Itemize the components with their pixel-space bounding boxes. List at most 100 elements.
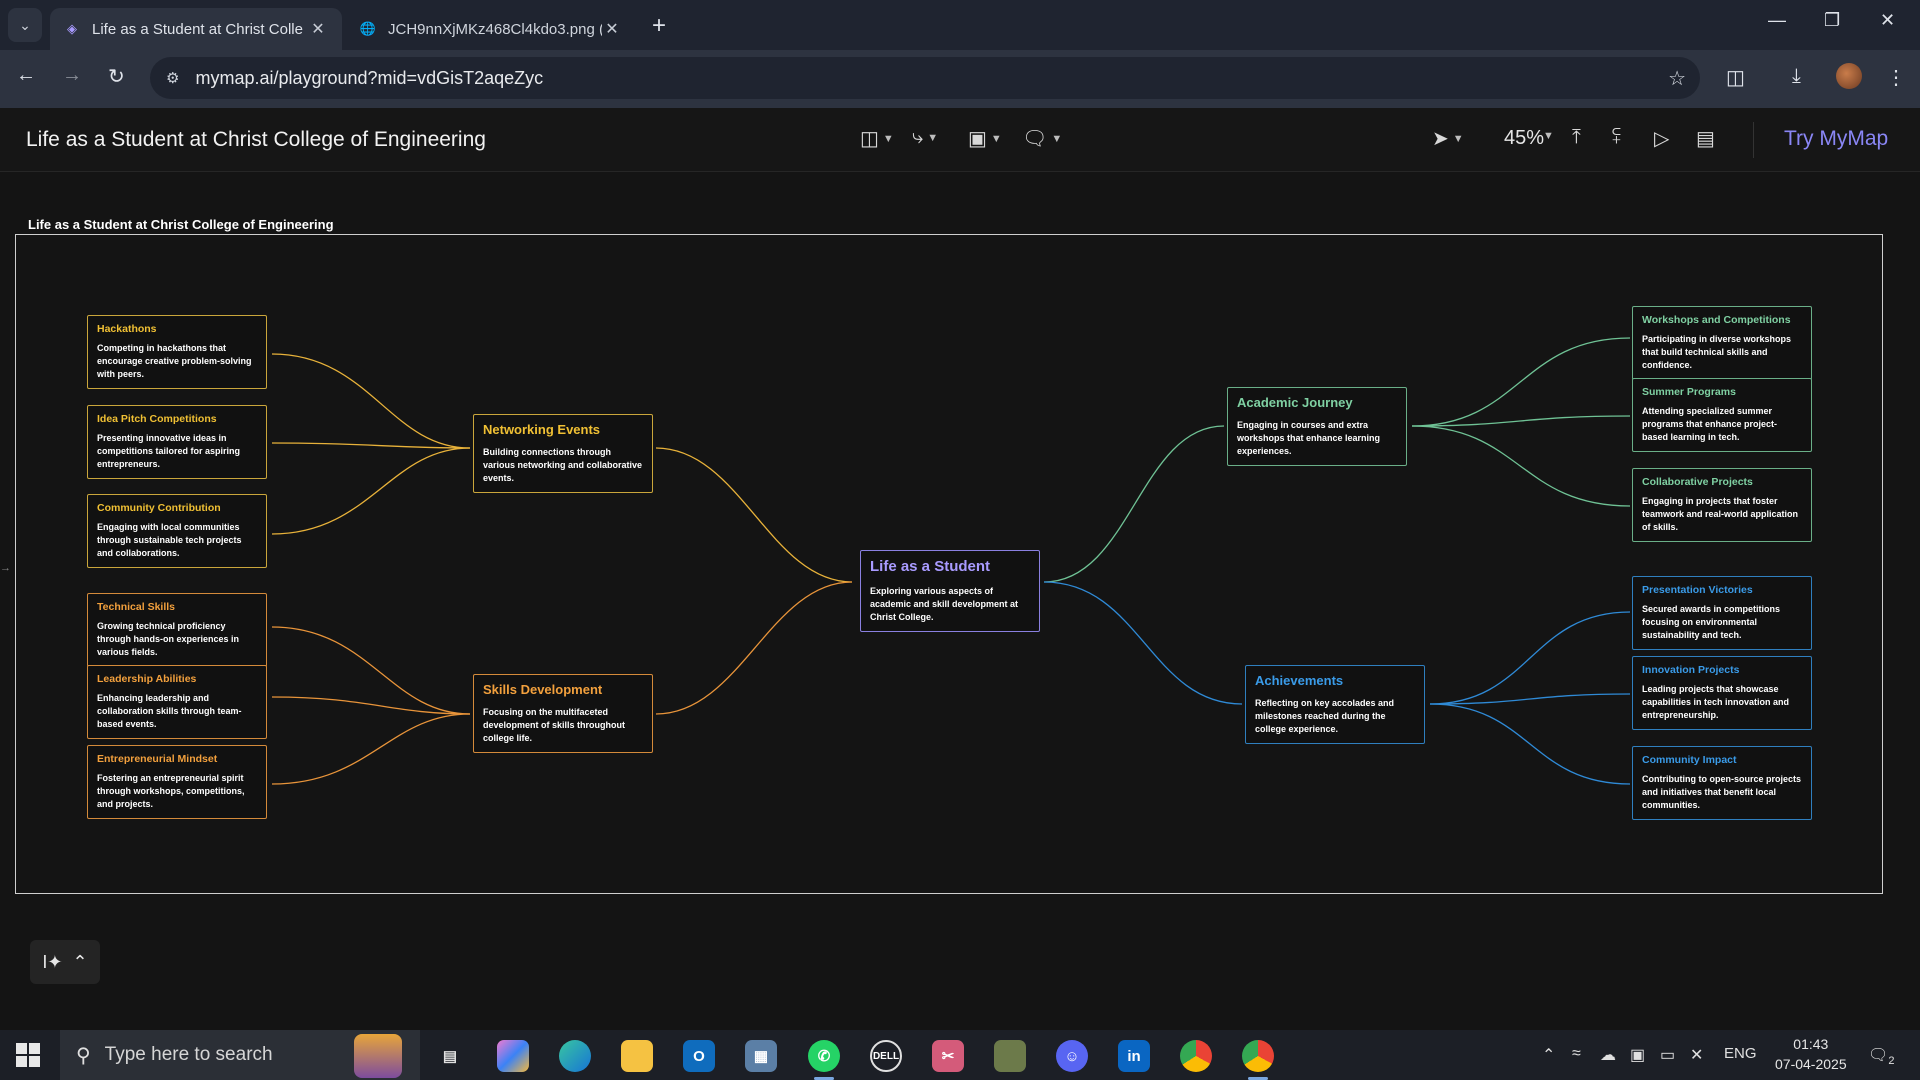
taskbar-search[interactable]: ⚲ Type here to search bbox=[60, 1030, 420, 1080]
chrome-icon[interactable] bbox=[1180, 1040, 1212, 1072]
leaf-node-collaborative[interactable]: Collaborative Projects Engaging in proje… bbox=[1632, 468, 1812, 543]
connector-icon: ⤷ bbox=[912, 126, 924, 148]
node-description: Participating in diverse workshops that … bbox=[1642, 334, 1792, 371]
cursor-icon: ➤ bbox=[1432, 128, 1449, 150]
chevron-up-icon[interactable]: ⌃ bbox=[1542, 1045, 1555, 1065]
notification-count: 2 bbox=[1888, 1055, 1895, 1068]
whatsapp-icon[interactable]: ✆ bbox=[808, 1040, 840, 1080]
present-icon[interactable]: ▷ bbox=[1654, 126, 1669, 151]
leaf-node-technical-skills[interactable]: Technical Skills Growing technical profi… bbox=[87, 593, 267, 668]
discord-icon[interactable]: ☺ bbox=[1056, 1040, 1088, 1072]
app-window-icon[interactable]: ▦ bbox=[745, 1040, 777, 1072]
text-tool-icon: ◫ bbox=[860, 128, 879, 150]
outlook-icon[interactable]: O bbox=[683, 1040, 715, 1072]
node-description: Exploring various aspects of academic an… bbox=[870, 586, 1019, 623]
back-icon[interactable]: ← bbox=[16, 64, 36, 87]
zoom-chevron-icon[interactable]: ▼ bbox=[1543, 130, 1554, 142]
branch-node-academic[interactable]: Academic Journey Engaging in courses and… bbox=[1227, 387, 1407, 467]
system-clock[interactable]: 01:43 07-04-2025 bbox=[1775, 1034, 1847, 1074]
share-icon[interactable]: ⪿ bbox=[1612, 126, 1621, 149]
tab-search-chevron-icon[interactable]: ⌄ bbox=[8, 8, 42, 42]
node-title: Community Contribution bbox=[97, 502, 221, 514]
leaf-node-idea-pitch[interactable]: Idea Pitch Competitions Presenting innov… bbox=[87, 405, 267, 480]
node-title: Hackathons bbox=[97, 323, 157, 335]
browser-tab-active[interactable]: ◈ Life as a Student at Christ Colle ✕ bbox=[50, 8, 342, 50]
node-description: Presenting innovative ideas in competiti… bbox=[97, 433, 241, 470]
node-title: Summer Programs bbox=[1642, 386, 1736, 398]
battery-icon[interactable]: ▭ bbox=[1660, 1045, 1675, 1065]
volume-muted-icon[interactable]: ✕ bbox=[1690, 1045, 1703, 1065]
leaf-node-presentation[interactable]: Presentation Victories Secured awards in… bbox=[1632, 576, 1812, 651]
cloud-icon[interactable]: ☁ bbox=[1600, 1045, 1616, 1065]
root-node[interactable]: Life as a Student Exploring various aspe… bbox=[860, 550, 1040, 633]
linkedin-icon[interactable]: in bbox=[1118, 1040, 1150, 1072]
game-app-icon[interactable] bbox=[994, 1040, 1026, 1072]
bookmark-star-icon[interactable]: ☆ bbox=[1668, 66, 1686, 91]
site-info-icon[interactable]: ⚙ bbox=[166, 69, 179, 87]
wifi-icon[interactable]: ≈ bbox=[1572, 1045, 1581, 1063]
node-title: Presentation Victories bbox=[1642, 584, 1753, 596]
node-description: Growing technical proficiency through ha… bbox=[97, 621, 240, 658]
minimize-icon[interactable]: — bbox=[1768, 10, 1786, 31]
copilot-icon[interactable] bbox=[497, 1040, 529, 1072]
leaf-node-summer[interactable]: Summer Programs Attending specialized su… bbox=[1632, 378, 1812, 453]
comment-tool[interactable]: 🗨 ▼ bbox=[1022, 126, 1062, 151]
page-title: Life as a Student at Christ College of E… bbox=[26, 128, 486, 151]
leaf-node-hackathons[interactable]: Hackathons Competing in hackathons that … bbox=[87, 315, 267, 390]
mindmap-canvas[interactable]: Life as a Student at Christ College of E… bbox=[0, 172, 1920, 1020]
browser-tab[interactable]: 🌐 JCH9nnXjMKz468Cl4kdo3.png ( ✕ bbox=[346, 8, 636, 50]
restore-icon[interactable]: ❐ bbox=[1824, 10, 1840, 31]
leaf-node-community-contribution[interactable]: Community Contribution Engaging with loc… bbox=[87, 494, 267, 569]
chevron-down-icon: ▼ bbox=[1051, 132, 1063, 145]
language-indicator[interactable]: ENG bbox=[1724, 1045, 1757, 1062]
branch-node-skills[interactable]: Skills Development Focusing on the multi… bbox=[473, 674, 653, 754]
task-view-icon[interactable]: ▤ bbox=[434, 1040, 466, 1072]
node-description: Engaging with local communities through … bbox=[97, 522, 242, 559]
snipping-tool-icon[interactable]: ✂ bbox=[932, 1040, 964, 1072]
file-explorer-icon[interactable] bbox=[621, 1040, 653, 1072]
notification-icon[interactable]: 🗨2 bbox=[1868, 1045, 1894, 1067]
display-icon[interactable]: ▣ bbox=[1630, 1045, 1645, 1065]
node-description: Secured awards in competitions focusing … bbox=[1642, 604, 1781, 641]
dell-icon[interactable]: DELL bbox=[870, 1040, 902, 1072]
select-tool[interactable]: ➤ ▼ bbox=[1432, 126, 1464, 151]
node-title: Entrepreneurial Mindset bbox=[97, 753, 218, 765]
leaf-node-entrepreneurial[interactable]: Entrepreneurial Mindset Fostering an ent… bbox=[87, 745, 267, 820]
link-root-skills bbox=[655, 581, 853, 715]
download-icon[interactable]: ⤓ bbox=[1792, 65, 1801, 88]
tab-close-icon[interactable]: ✕ bbox=[308, 19, 328, 39]
leaf-node-workshops[interactable]: Workshops and Competitions Participating… bbox=[1632, 306, 1812, 381]
browser-menu-icon[interactable]: ⋮ bbox=[1886, 65, 1906, 90]
ai-text-tool-button[interactable]: I✦ ⌃ bbox=[30, 940, 100, 984]
address-bar[interactable]: ⚙ mymap.ai/playground?mid=vdGisT2aqeZyc … bbox=[150, 57, 1700, 99]
branch-node-networking[interactable]: Networking Events Building connections t… bbox=[473, 414, 653, 494]
new-tab-button[interactable]: + bbox=[652, 12, 666, 40]
branch-node-achievements[interactable]: Achievements Reflecting on key accolades… bbox=[1245, 665, 1425, 745]
url-text[interactable]: mymap.ai/playground?mid=vdGisT2aqeZyc bbox=[195, 68, 543, 89]
node-description: Engaging in projects that foster teamwor… bbox=[1642, 496, 1799, 533]
edge-icon[interactable] bbox=[559, 1040, 591, 1072]
leaf-node-community-impact[interactable]: Community Impact Contributing to open-so… bbox=[1632, 746, 1812, 821]
export-icon[interactable]: ⤒ bbox=[1572, 126, 1581, 149]
try-mymap-button[interactable]: Try MyMap bbox=[1784, 127, 1888, 151]
leaf-node-innovation[interactable]: Innovation Projects Leading projects tha… bbox=[1632, 656, 1812, 731]
frame-tool[interactable]: ▣ ▼ bbox=[968, 126, 1002, 151]
zoom-level[interactable]: 45% bbox=[1504, 127, 1544, 150]
connector-tool[interactable]: ⤷ ▼ bbox=[912, 126, 938, 149]
notes-icon[interactable]: ▤ bbox=[1696, 126, 1715, 151]
link-root-achievements bbox=[1043, 581, 1243, 705]
windows-start-icon[interactable] bbox=[16, 1043, 40, 1067]
reload-icon[interactable]: ↻ bbox=[108, 64, 125, 89]
leaf-node-leadership[interactable]: Leadership Abilities Enhancing leadershi… bbox=[87, 665, 267, 740]
close-window-icon[interactable]: ✕ bbox=[1880, 10, 1895, 31]
profile-avatar[interactable] bbox=[1836, 63, 1862, 89]
extensions-icon[interactable]: ◫ bbox=[1726, 65, 1745, 90]
node-description: Contributing to open-source projects and… bbox=[1642, 774, 1801, 811]
forward-icon[interactable]: → bbox=[62, 64, 82, 87]
tab-close-icon[interactable]: ✕ bbox=[602, 19, 622, 39]
chrome-profile-icon[interactable] bbox=[1242, 1040, 1274, 1080]
chevron-down-icon: ▼ bbox=[927, 131, 939, 144]
node-title: Technical Skills bbox=[97, 601, 176, 613]
tab-title: JCH9nnXjMKz468Cl4kdo3.png ( bbox=[388, 20, 602, 38]
text-tool[interactable]: ◫ ▼ bbox=[860, 126, 894, 151]
